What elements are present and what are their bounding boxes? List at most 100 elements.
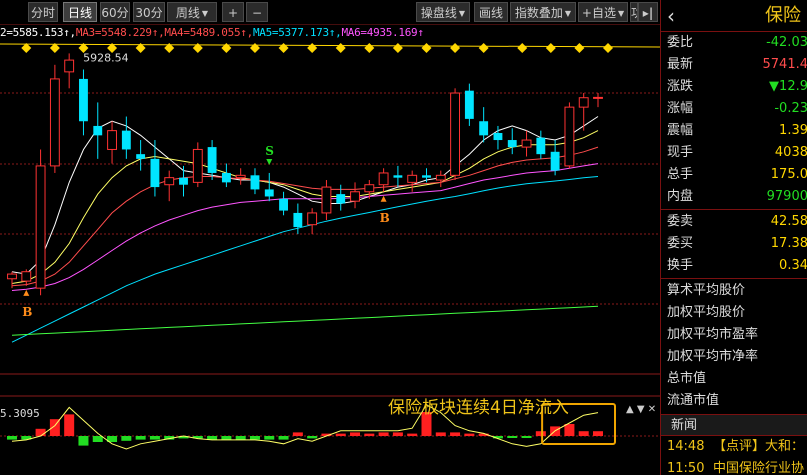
button-label: 指数叠加 xyxy=(514,6,563,20)
stat-item: 加权平均市盈率 xyxy=(667,327,759,342)
candle-body xyxy=(164,177,175,186)
diamond-marker xyxy=(478,43,489,53)
stat-item: 加权平均股价 xyxy=(667,305,746,320)
buy-arrow-icon xyxy=(380,195,387,202)
chevron-down-icon: ▼ xyxy=(564,9,572,18)
diamond-marker xyxy=(249,43,260,53)
flow-bar xyxy=(564,424,575,436)
candle-body xyxy=(49,78,60,167)
high-price-label: 5928.54 xyxy=(83,51,129,64)
candle-body xyxy=(350,191,360,202)
tab-30min[interactable]: 30分 xyxy=(133,2,165,22)
ma-legend-item: MA3=5548.229↑, xyxy=(75,26,165,39)
stat-item: 算术平均股价 xyxy=(667,283,746,298)
candle-body xyxy=(79,78,88,122)
zoom-out-button[interactable]: − xyxy=(246,2,268,22)
candle-body xyxy=(536,137,546,155)
candle-body xyxy=(336,194,346,204)
diamond-marker xyxy=(307,43,318,53)
quote-value: 97900 xyxy=(766,189,807,204)
tab-label: 30分 xyxy=(135,6,163,20)
candle-body xyxy=(521,139,532,148)
news-header[interactable]: 新闻 xyxy=(661,414,807,436)
candle-body xyxy=(307,212,318,226)
chevron-down-icon: ▼ xyxy=(458,9,466,18)
quote-label: 换手 xyxy=(667,258,694,273)
candle-body xyxy=(264,189,274,197)
quote-value: 17.38 xyxy=(770,236,807,251)
flow-bar xyxy=(364,433,375,436)
tab-daily[interactable]: 日线 xyxy=(63,2,97,22)
flow-bar xyxy=(278,436,289,440)
function-button[interactable]: 功 xyxy=(630,2,638,22)
stat-item: 加权平均市净率 xyxy=(667,349,759,364)
flow-bar xyxy=(264,436,275,440)
news-time: 14:48 xyxy=(667,439,705,454)
candle-body xyxy=(192,148,203,183)
candle-body xyxy=(435,174,446,181)
flow-bar xyxy=(350,432,361,436)
quote-row: 内盘 97900 xyxy=(661,186,807,208)
quote-value: 1.39 xyxy=(779,123,807,138)
quote-label: 委卖 xyxy=(667,214,694,229)
diamond-marker xyxy=(364,43,375,53)
diamond-marker xyxy=(335,43,346,53)
quote-value: 42.58 xyxy=(770,214,807,229)
indicator-line-menu[interactable]: 操盘线 ▼ xyxy=(416,2,470,22)
chevron-down-icon: ▼ xyxy=(201,9,209,18)
chevron-down-icon: ▼ xyxy=(617,9,625,18)
flow-bar xyxy=(521,436,532,438)
flow-bar xyxy=(135,436,146,440)
ma-legend-item: MA6=4935.169↑ xyxy=(341,26,424,39)
candle-body xyxy=(121,130,131,150)
kline-chart[interactable]: 5928.54 B S B 保险板块连续4日净流入 5.3095 ▲ ▼ ✕ xyxy=(0,24,660,475)
candle-body xyxy=(207,147,217,173)
chart-annotation: 保险板块连续4日净流入 xyxy=(388,398,569,418)
news-item[interactable]: 14:48 【点评】大和： xyxy=(661,436,807,458)
index-overlay-menu[interactable]: 指数叠加 ▼ xyxy=(510,2,576,22)
tab-label: 日线 xyxy=(67,6,92,20)
flow-bar xyxy=(435,432,446,436)
chart-toolbar: 分时日线60分30分周线▼ + − 操盘线▼画线指数叠加▼+自选▼功 ▸| xyxy=(0,0,660,24)
news-headline: 【点评】大和： xyxy=(713,439,805,454)
flow-bar xyxy=(407,433,418,436)
tab-intraday[interactable]: 分时 xyxy=(28,2,58,22)
back-arrow-icon[interactable]: ‹ xyxy=(667,0,675,32)
quote-row: 涨幅 -0.23 xyxy=(661,98,807,120)
candle-body xyxy=(364,184,375,193)
quote-row: 涨跌 ▼12.9 xyxy=(661,76,807,98)
flow-bar xyxy=(335,433,346,436)
zoom-in-button[interactable]: + xyxy=(222,2,244,22)
add-watchlist-button[interactable]: +自选 ▼ xyxy=(578,2,628,22)
draw-line-button[interactable]: 画线 xyxy=(474,2,508,22)
subchart-controls[interactable]: ▲ ▼ ✕ xyxy=(626,404,656,415)
tab-weekly[interactable]: 周线 ▼ xyxy=(167,2,217,22)
candle-body xyxy=(378,172,389,186)
candle-body xyxy=(479,121,489,136)
ma-line xyxy=(11,176,599,343)
candle-body xyxy=(550,151,560,171)
quote-label: 总手 xyxy=(667,167,694,182)
diamond-marker xyxy=(450,43,461,53)
quote-row: 委买 17.38 xyxy=(661,233,807,255)
flow-bar xyxy=(464,433,475,436)
news-time: 11:50 xyxy=(667,461,705,475)
collapse-right-icon[interactable]: ▸| xyxy=(638,2,658,22)
buy-arrow-icon xyxy=(23,289,30,296)
news-item[interactable]: 11:50 中国保险行业协 xyxy=(661,458,807,475)
flow-bar xyxy=(221,436,232,440)
flow-bar xyxy=(235,436,246,440)
diamond-marker xyxy=(603,43,613,53)
candle-body xyxy=(407,174,418,183)
sell-signal-label: S xyxy=(265,144,274,158)
flow-bar xyxy=(64,414,75,436)
quote-row: 换手 0.34 xyxy=(661,255,807,277)
quote-row: 委卖 42.58 xyxy=(661,211,807,233)
quote-label: 现手 xyxy=(667,145,694,160)
flow-bar xyxy=(535,431,546,436)
ma-legend-item: MA5=5377.173↑, xyxy=(252,26,342,39)
candle-body xyxy=(64,59,75,73)
candle-body xyxy=(93,125,103,136)
buy-signal-label: B xyxy=(380,211,390,225)
tab-60min[interactable]: 60分 xyxy=(100,2,130,22)
